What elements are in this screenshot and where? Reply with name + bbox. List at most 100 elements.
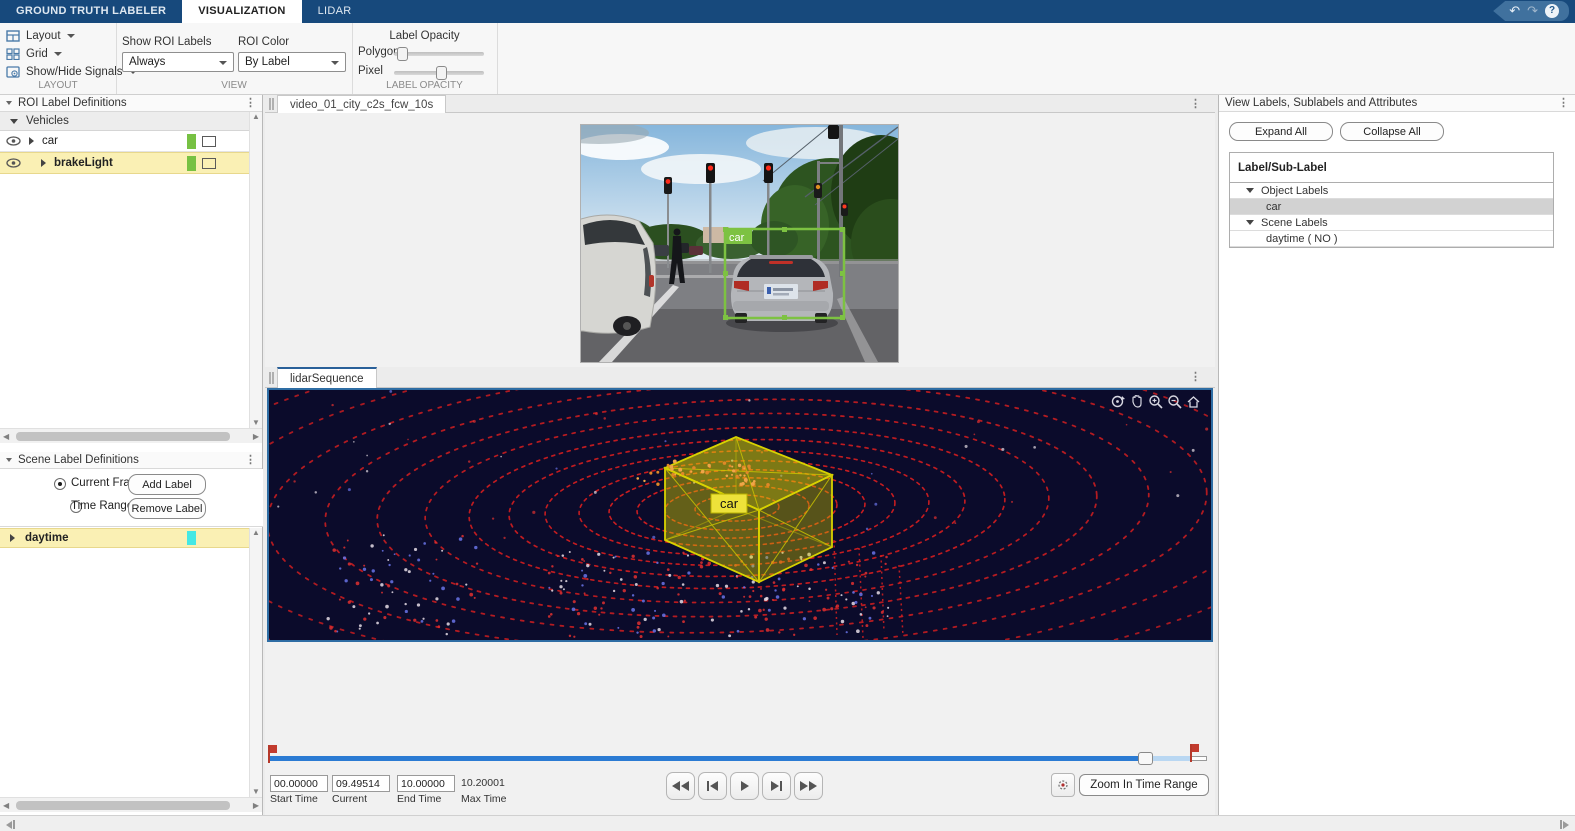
current-time-label: Current: [332, 793, 367, 805]
scene-panel-header: Scene Label Definitions ⋮: [0, 452, 262, 469]
layout-menu-button[interactable]: Layout: [6, 28, 75, 44]
panel-menu-icon[interactable]: ⋮: [1190, 99, 1201, 109]
scene-list-horizontal-scrollbar[interactable]: ◀ ▶: [0, 797, 262, 812]
scroll-up-icon[interactable]: ▲: [252, 112, 260, 122]
tab-visualization[interactable]: VISUALIZATION: [182, 0, 301, 23]
quick-access-toolbar: ↶ ↷ ?: [1493, 1, 1569, 21]
rectangle-roi-icon: [202, 136, 216, 147]
chevron-down-icon: [54, 52, 62, 56]
help-icon[interactable]: ?: [1545, 4, 1559, 18]
table-row-object-labels[interactable]: Object Labels: [1230, 183, 1553, 199]
visibility-eye-icon[interactable]: [6, 136, 21, 146]
show-roi-labels-label: Show ROI Labels: [122, 36, 212, 48]
redo-icon[interactable]: ↷: [1527, 2, 1538, 20]
visibility-eye-icon[interactable]: [6, 158, 21, 168]
roi-color-dropdown[interactable]: By Label: [238, 52, 346, 72]
panel-menu-icon[interactable]: ⋮: [1190, 372, 1201, 382]
lidar-canvas: car: [269, 390, 1211, 640]
current-time-input[interactable]: [332, 775, 390, 792]
panel-menu-icon[interactable]: ⋮: [245, 455, 256, 465]
roi-label-definitions-panel: ROI Label Definitions ⋮ Vehicles car bra…: [0, 95, 263, 815]
collapse-right-grip-icon[interactable]: [1560, 820, 1569, 829]
chevron-right-icon[interactable]: [29, 137, 34, 145]
last-frame-button[interactable]: [794, 772, 823, 800]
scrollbar-thumb[interactable]: [16, 432, 230, 441]
zoom-in-time-range-button[interactable]: Zoom In Time Range: [1079, 774, 1209, 796]
roi-list-vertical-scrollbar[interactable]: ▲ ▼: [249, 112, 262, 428]
table-row-daytime[interactable]: daytime ( NO ): [1230, 231, 1553, 247]
scroll-left-icon[interactable]: ◀: [3, 432, 9, 441]
snap-to-zoom-button[interactable]: [1051, 773, 1075, 797]
scene-row-daytime[interactable]: daytime: [0, 528, 262, 548]
collapse-all-button[interactable]: Collapse All: [1340, 122, 1444, 141]
end-time-label: End Time: [397, 793, 441, 805]
chevron-down-icon: [331, 61, 339, 65]
polygon-opacity-slider[interactable]: [394, 52, 484, 56]
roi-color-label: ROI Color: [238, 36, 289, 48]
pan-hand-icon[interactable]: [1129, 394, 1144, 409]
video-tab[interactable]: video_01_city_c2s_fcw_10s: [277, 95, 446, 113]
current-frame-radio[interactable]: [54, 478, 66, 490]
roi-color-swatch[interactable]: [187, 156, 196, 171]
table-row-scene-labels[interactable]: Scene Labels: [1230, 215, 1553, 231]
scrollbar-thumb[interactable]: [16, 801, 230, 810]
zoom-out-icon[interactable]: [1167, 394, 1182, 409]
remove-label-button[interactable]: Remove Label: [128, 498, 206, 519]
chevron-down-icon: [1246, 188, 1254, 193]
max-time-value: 10.20001: [461, 777, 505, 789]
rotate-icon[interactable]: [1110, 394, 1125, 409]
roi-group-vehicles[interactable]: Vehicles: [0, 112, 262, 131]
tab-ground-truth-labeler[interactable]: GROUND TRUTH LABELER: [0, 0, 182, 23]
show-roi-labels-dropdown[interactable]: Always: [122, 52, 234, 72]
roi-list-horizontal-scrollbar[interactable]: ◀ ▶: [0, 428, 262, 443]
scene-list-vertical-scrollbar[interactable]: ▲ ▼: [249, 528, 262, 797]
chevron-right-icon[interactable]: [41, 159, 46, 167]
start-time-input[interactable]: [270, 775, 328, 792]
first-frame-button[interactable]: [666, 772, 695, 800]
scroll-down-icon[interactable]: ▼: [252, 418, 260, 428]
next-frame-button[interactable]: [762, 772, 791, 800]
drag-grip-icon[interactable]: [269, 372, 274, 384]
right-panel-header: View Labels, Sublabels and Attributes ⋮: [1219, 95, 1575, 112]
lidar-point-cloud-view[interactable]: car: [267, 388, 1213, 642]
home-view-icon[interactable]: [1186, 394, 1201, 409]
tab-lidar[interactable]: LIDAR: [302, 0, 368, 23]
app-tab-bar: GROUND TRUTH LABELER VISUALIZATION LIDAR: [0, 0, 1575, 23]
collapse-icon[interactable]: [6, 458, 12, 462]
scroll-right-icon[interactable]: ▶: [253, 801, 259, 810]
panel-menu-icon[interactable]: ⋮: [245, 98, 256, 108]
pixel-opacity-slider[interactable]: [394, 71, 484, 75]
scene-color-swatch[interactable]: [187, 531, 196, 545]
chevron-right-icon[interactable]: [10, 534, 15, 542]
video-frame[interactable]: car: [580, 124, 899, 363]
zoom-in-icon[interactable]: [1148, 394, 1163, 409]
scroll-down-icon[interactable]: ▼: [252, 787, 260, 797]
scroll-left-icon[interactable]: ◀: [3, 801, 9, 810]
end-time-input[interactable]: [397, 775, 455, 792]
roi-row-car[interactable]: car: [0, 131, 262, 152]
play-button[interactable]: [730, 772, 759, 800]
drag-grip-icon[interactable]: [269, 98, 274, 110]
polygon-slider-thumb[interactable]: [397, 47, 408, 61]
undo-icon[interactable]: ↶: [1509, 2, 1520, 20]
expand-all-button[interactable]: Expand All: [1229, 122, 1333, 141]
collapse-left-grip-icon[interactable]: [6, 820, 15, 829]
timeline-track[interactable]: [270, 756, 1207, 761]
grid-menu-button[interactable]: Grid: [6, 46, 62, 62]
end-flag-pole[interactable]: [1190, 744, 1192, 762]
roi-row-brakelight[interactable]: brakeLight: [0, 152, 262, 174]
timeline-overflow: [1190, 756, 1207, 761]
table-row-car[interactable]: car: [1230, 199, 1553, 215]
roi-color-swatch[interactable]: [187, 134, 196, 149]
pixel-slider-thumb[interactable]: [436, 66, 447, 80]
lidar-tab[interactable]: lidarSequence: [277, 367, 377, 388]
scroll-up-icon[interactable]: ▲: [252, 528, 260, 538]
previous-frame-button[interactable]: [698, 772, 727, 800]
collapse-icon[interactable]: [6, 101, 12, 105]
scroll-right-icon[interactable]: ▶: [253, 432, 259, 441]
add-label-button[interactable]: Add Label: [128, 474, 206, 495]
panel-menu-icon[interactable]: ⋮: [1558, 98, 1569, 108]
start-time-label: Start Time: [270, 793, 318, 805]
timeline-thumb[interactable]: [1138, 752, 1153, 765]
time-range-label: Time Range: [71, 500, 133, 512]
